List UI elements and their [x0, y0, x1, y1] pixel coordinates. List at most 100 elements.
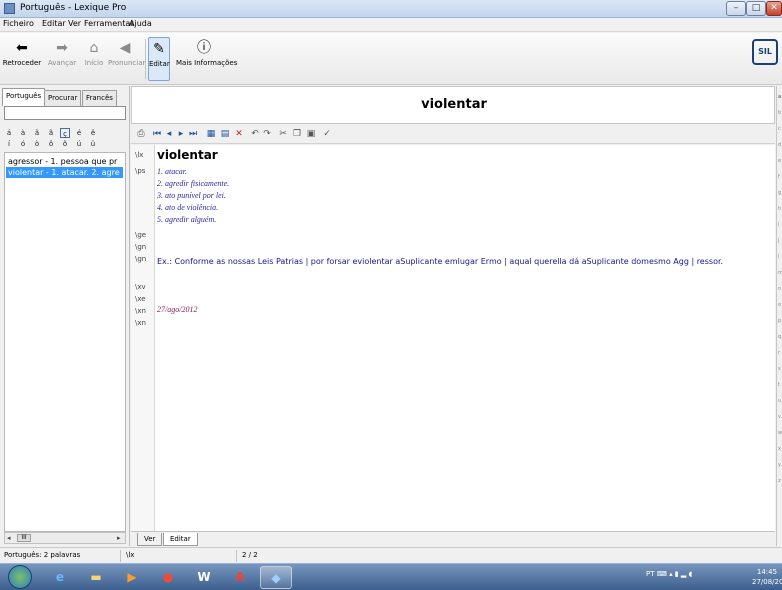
alpha-letter[interactable]: h: [778, 206, 781, 212]
alpha-letter[interactable]: r: [778, 350, 780, 356]
menu-editar[interactable]: Editar: [42, 19, 66, 28]
alpha-letter[interactable]: j: [778, 238, 779, 244]
alpha-letter[interactable]: a: [778, 94, 781, 100]
sense-definition[interactable]: 5. agredir alguém.: [157, 215, 216, 224]
list-item[interactable]: agressor - 1. pessoa que pr: [8, 156, 125, 167]
list-item-selected[interactable]: violentar - 1. atacar. 2. agre: [6, 167, 123, 178]
menu-ver[interactable]: Ver: [68, 19, 81, 28]
tab-procurar[interactable]: Procurar: [44, 90, 82, 106]
system-tray[interactable]: PT ⌨ ▴ ▮ ▂ ◖: [646, 570, 692, 578]
char-button[interactable]: é: [74, 128, 84, 138]
alpha-letter[interactable]: n: [778, 286, 781, 292]
alpha-letter[interactable]: d: [778, 142, 781, 148]
print-icon[interactable]: ⎙: [135, 128, 147, 140]
entry-editor[interactable]: violentar 1. atacar. 2. agredir fisicame…: [155, 145, 775, 531]
scroll-thumb[interactable]: III: [17, 534, 31, 542]
ie-taskbar-icon[interactable]: e: [44, 566, 76, 589]
alphabet-strip[interactable]: a b c d e f g h i j l m n o p q r s t u …: [776, 86, 782, 546]
alpha-letter[interactable]: v: [778, 414, 781, 420]
alpha-letter[interactable]: m: [778, 270, 782, 276]
alpha-letter[interactable]: f: [778, 174, 780, 180]
taskbar-clock[interactable]: 14:45 27/08/2012: [752, 567, 782, 587]
alpha-letter[interactable]: w: [778, 430, 782, 436]
alpha-letter[interactable]: s: [778, 366, 781, 372]
alpha-letter[interactable]: p: [778, 318, 781, 324]
alpha-letter[interactable]: t: [778, 382, 780, 388]
lexeme-field[interactable]: violentar: [157, 148, 218, 162]
char-button[interactable]: ô: [46, 139, 56, 149]
menu-ajuda[interactable]: Ajuda: [129, 19, 152, 28]
insert-record-icon[interactable]: ▤: [219, 128, 231, 140]
alpha-letter[interactable]: u: [778, 398, 781, 404]
char-button[interactable]: ê: [88, 128, 98, 138]
alpha-letter[interactable]: b: [778, 110, 781, 116]
alpha-letter[interactable]: o: [778, 302, 781, 308]
explorer-taskbar-icon[interactable]: ▬: [80, 566, 112, 589]
menu-ferramentas[interactable]: Ferramentas: [84, 19, 134, 28]
example-sentence[interactable]: Ex.: Conforme as nossas Leis Patrias | p…: [157, 257, 723, 266]
first-record-icon[interactable]: ⏮: [151, 128, 163, 140]
char-button[interactable]: â: [32, 128, 42, 138]
redo-icon[interactable]: ↷: [261, 128, 273, 140]
sense-definition[interactable]: 2. agredir fisicamente.: [157, 179, 229, 188]
alpha-letter[interactable]: i: [778, 222, 779, 228]
sense-definition[interactable]: 4. ato de violência.: [157, 203, 218, 212]
more-info-button[interactable]: ⓘ Mais Informações: [176, 37, 237, 81]
alpha-letter[interactable]: y: [778, 462, 781, 468]
horizontal-scrollbar[interactable]: ◂ III ▸: [4, 532, 126, 544]
menu-ficheiro[interactable]: Ficheiro: [3, 19, 34, 28]
start-button[interactable]: [8, 565, 32, 589]
word-taskbar-icon[interactable]: W: [188, 566, 220, 589]
previous-record-icon[interactable]: ◂: [163, 128, 175, 140]
tab-ver[interactable]: Ver: [137, 533, 163, 546]
next-record-icon[interactable]: ▸: [175, 128, 187, 140]
keyboard-icon[interactable]: ⌨ ▴ ▮ ▂ ◖: [657, 570, 692, 578]
char-button[interactable]: ã: [46, 128, 56, 138]
alpha-letter[interactable]: x: [778, 446, 781, 452]
undo-icon[interactable]: ↶: [249, 128, 261, 140]
add-record-icon[interactable]: ▦: [205, 128, 217, 140]
home-button[interactable]: ⌂ Início: [82, 37, 106, 81]
edit-button[interactable]: ✎ Editar: [148, 37, 170, 81]
close-button[interactable]: ✕: [766, 1, 782, 16]
sense-definition[interactable]: 1. atacar.: [157, 167, 187, 176]
entry-date[interactable]: 27/ago/2012: [157, 305, 197, 314]
minimize-button[interactable]: –: [726, 1, 746, 16]
last-record-icon[interactable]: ⏭: [187, 128, 199, 140]
tab-portugues[interactable]: Português: [2, 88, 46, 106]
sense-definition[interactable]: 3. ato punível por lei.: [157, 191, 226, 200]
alpha-letter[interactable]: z: [778, 478, 781, 484]
alpha-letter[interactable]: e: [778, 158, 781, 164]
scroll-right-icon[interactable]: ▸: [117, 533, 121, 543]
chrome-taskbar-icon[interactable]: ●: [152, 566, 184, 589]
char-button[interactable]: ü: [88, 139, 98, 149]
back-button[interactable]: ⬅ Retroceder: [2, 37, 42, 81]
tab-editar[interactable]: Editar: [163, 533, 198, 546]
tab-frances[interactable]: Francês: [82, 90, 117, 106]
acrobat-taskbar-icon[interactable]: A: [224, 566, 256, 589]
cut-icon[interactable]: ✂: [277, 128, 289, 140]
search-input[interactable]: [4, 106, 126, 120]
char-button[interactable]: á: [4, 128, 14, 138]
alpha-letter[interactable]: c: [778, 126, 781, 132]
alpha-letter[interactable]: q: [778, 334, 781, 340]
maximize-button[interactable]: □: [746, 1, 766, 16]
char-button[interactable]: ú: [74, 139, 84, 149]
char-button[interactable]: ç: [60, 128, 70, 138]
forward-button[interactable]: ➡ Avançar: [46, 37, 78, 81]
spellcheck-icon[interactable]: ✓: [321, 128, 333, 140]
language-indicator[interactable]: PT: [646, 570, 655, 578]
delete-record-icon[interactable]: ✕: [233, 128, 245, 140]
media-player-taskbar-icon[interactable]: ▶: [116, 566, 148, 589]
scroll-left-icon[interactable]: ◂: [7, 533, 11, 543]
char-button[interactable]: à: [18, 128, 28, 138]
char-button[interactable]: ó: [18, 139, 28, 149]
paste-icon[interactable]: ▣: [305, 128, 317, 140]
lexique-pro-taskbar-icon[interactable]: ◆: [260, 566, 292, 589]
alpha-letter[interactable]: g: [778, 190, 781, 196]
char-button[interactable]: õ: [60, 139, 70, 149]
char-button[interactable]: í: [4, 139, 14, 149]
alpha-letter[interactable]: l: [778, 254, 779, 260]
pronounce-button[interactable]: ◀︎ Pronunciar: [108, 37, 145, 81]
char-button[interactable]: ò: [32, 139, 42, 149]
